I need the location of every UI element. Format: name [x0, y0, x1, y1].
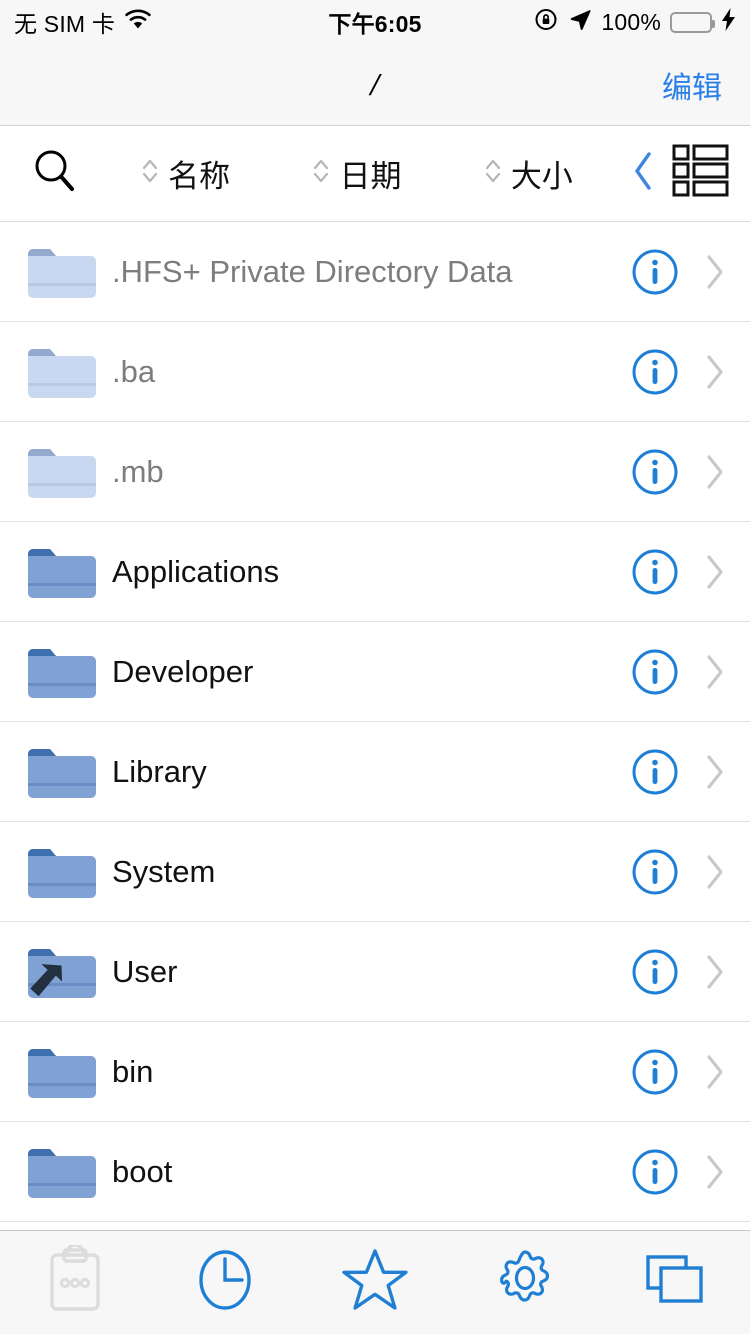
clock-icon [194, 1245, 256, 1320]
file-name-label: Applications [112, 553, 280, 589]
navigation-bar: / 编辑 [0, 44, 750, 126]
sort-by-size-button[interactable]: 大小 [484, 151, 573, 196]
status-bar-left: 无 SIM 卡 [14, 5, 328, 39]
file-name-label: .ba [112, 353, 156, 389]
chevron-right-icon[interactable] [702, 353, 728, 391]
sort-by-name-button[interactable]: 名称 [141, 151, 230, 196]
wifi-icon [124, 8, 152, 36]
info-button[interactable] [630, 1147, 680, 1197]
status-bar: 无 SIM 卡 下午6:05 100% [0, 0, 750, 44]
file-name-label: System [112, 853, 216, 889]
table-row[interactable]: System [0, 822, 750, 922]
folder-icon [24, 938, 112, 1006]
search-icon [31, 147, 79, 200]
file-name-label: .mb [112, 453, 164, 489]
chevron-right-icon[interactable] [702, 453, 728, 491]
location-arrow-icon [568, 7, 592, 37]
table-row[interactable]: boot [0, 1122, 750, 1222]
chevron-right-icon[interactable] [702, 653, 728, 691]
battery-percent-label: 100% [601, 8, 662, 35]
sort-updown-icon [484, 154, 502, 193]
sort-by-date-button[interactable]: 日期 [312, 151, 401, 196]
page-title: / [370, 66, 380, 102]
toolbar-right [624, 143, 730, 204]
table-row[interactable]: Applications [0, 522, 750, 622]
chevron-right-icon[interactable] [702, 753, 728, 791]
star-icon [340, 1245, 410, 1320]
info-button[interactable] [630, 1047, 680, 1097]
list-view-icon[interactable] [672, 143, 730, 204]
folder-icon [24, 838, 112, 906]
table-row[interactable]: .ba [0, 322, 750, 422]
table-row[interactable]: Developer [0, 622, 750, 722]
folder-icon [24, 238, 112, 306]
folder-icon [24, 338, 112, 406]
clipboard-icon [43, 1243, 107, 1320]
file-browser-screen: 无 SIM 卡 下午6:05 100% / 编辑 名称 日期 大小 .HFS+ … [0, 0, 750, 1334]
file-name-label: .HFS+ Private Directory Data [112, 253, 513, 289]
file-name-label: Library [112, 753, 207, 789]
sort-option-label: 日期 [339, 159, 402, 194]
folder-icon [24, 738, 112, 806]
file-list[interactable]: .HFS+ Private Directory Data .ba .mb App… [0, 222, 750, 1230]
sort-option-label: 名称 [168, 159, 231, 194]
info-button[interactable] [630, 547, 680, 597]
sort-updown-icon [141, 154, 159, 193]
battery-icon [670, 11, 716, 33]
table-row[interactable]: Library [0, 722, 750, 822]
chevron-right-icon[interactable] [702, 1053, 728, 1091]
info-button[interactable] [630, 347, 680, 397]
rotation-lock-icon [534, 7, 559, 38]
folder-icon [24, 438, 112, 506]
sort-toolbar: 名称 日期 大小 [0, 126, 750, 222]
tab-clipboard[interactable] [0, 1243, 150, 1320]
lightning-bolt-icon [721, 7, 736, 38]
info-button[interactable] [630, 447, 680, 497]
table-row[interactable]: .mb [0, 422, 750, 522]
chevron-left-icon[interactable] [630, 148, 656, 199]
chevron-right-icon[interactable] [702, 553, 728, 591]
table-row[interactable]: User [0, 922, 750, 1022]
info-button[interactable] [630, 747, 680, 797]
chevron-right-icon[interactable] [702, 953, 728, 991]
info-button[interactable] [630, 247, 680, 297]
file-name-label: Developer [112, 653, 254, 689]
gear-icon [491, 1245, 559, 1320]
windows-icon [642, 1247, 708, 1318]
chevron-right-icon[interactable] [702, 1153, 728, 1191]
folder-icon [24, 1038, 112, 1106]
tab-bar [0, 1230, 750, 1334]
carrier-label: 无 SIM 卡 [14, 11, 116, 37]
tab-recents[interactable] [150, 1245, 300, 1320]
file-name-label: boot [112, 1153, 173, 1189]
folder-icon [24, 1138, 112, 1206]
folder-icon [24, 538, 112, 606]
table-row[interactable]: .HFS+ Private Directory Data [0, 222, 750, 322]
sort-option-label: 大小 [510, 159, 573, 194]
edit-button[interactable]: 编辑 [662, 63, 722, 107]
status-bar-right: 100% [422, 7, 736, 38]
file-name-label: User [112, 953, 178, 989]
table-row[interactable]: bin [0, 1022, 750, 1122]
chevron-right-icon[interactable] [702, 853, 728, 891]
tab-favorites[interactable] [300, 1245, 450, 1320]
folder-icon [24, 638, 112, 706]
chevron-right-icon[interactable] [702, 253, 728, 291]
tab-windows[interactable] [600, 1247, 750, 1318]
info-button[interactable] [630, 847, 680, 897]
file-name-label: bin [112, 1053, 154, 1089]
sort-options: 名称 日期 大小 [90, 151, 624, 196]
info-button[interactable] [630, 947, 680, 997]
info-button[interactable] [630, 647, 680, 697]
sort-updown-icon [312, 154, 330, 193]
time-label: 下午6:05 [328, 11, 422, 37]
status-bar-clock: 下午6:05 [328, 5, 421, 39]
search-button[interactable] [20, 147, 90, 200]
tab-settings[interactable] [450, 1245, 600, 1320]
